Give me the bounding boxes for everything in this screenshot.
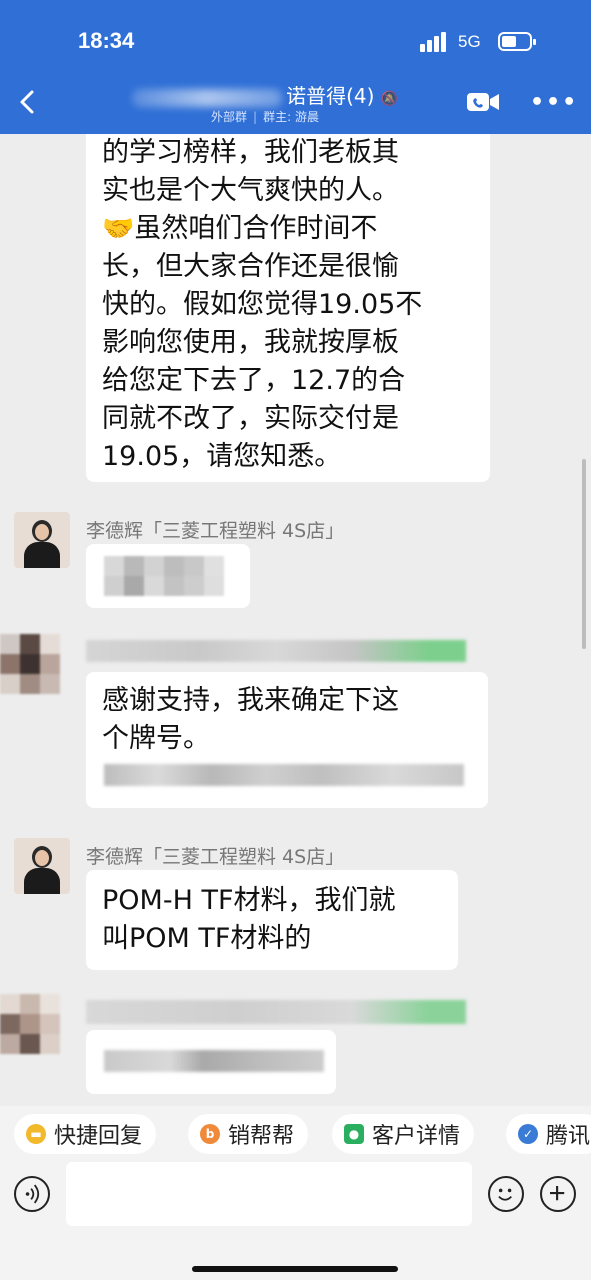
network-type: 5G: [458, 32, 481, 51]
quick-action-bar: ▬ 快捷回复 b 销帮帮 ● 客户详情 ✓ 腾讯: [0, 1106, 591, 1162]
blurred-line: [104, 1050, 324, 1072]
emoji-icon[interactable]: [488, 1176, 524, 1212]
message-line: 长，但大家合作还是很愉: [102, 251, 399, 282]
message-line: 叫POM TF材料的: [102, 923, 312, 954]
chat-bubble-icon: ▬: [26, 1124, 46, 1144]
video-call-icon[interactable]: [466, 90, 500, 114]
message-line: 给您定下去了，12.7的合: [102, 365, 406, 396]
message-bubble[interactable]: POM-H TF材料，我们就 叫POM TF材料的: [86, 870, 458, 970]
tencent-icon: ✓: [518, 1124, 538, 1144]
chat-header: 18:34 5G 诺普得(4) 🔕 外部群 | 群主: 游晨 •••: [0, 0, 591, 134]
mosaic-redaction: [104, 556, 224, 596]
redacted-title-blur: [132, 88, 283, 107]
sender-name: 李德辉「三菱工程塑料 4S店」: [86, 846, 345, 868]
voice-input-icon[interactable]: [14, 1176, 50, 1212]
status-time: 18:34: [78, 28, 135, 53]
blurred-avatar: [0, 634, 60, 694]
message-line: 快的。假如您觉得19.05不: [102, 289, 423, 320]
handshake-icon: 🤝: [102, 214, 135, 244]
b-logo-icon: b: [200, 1124, 220, 1144]
chat-subtitle: 外部群 | 群主: 游晨: [211, 110, 319, 124]
plus-icon[interactable]: [540, 1176, 576, 1212]
message-input[interactable]: [66, 1162, 472, 1226]
blurred-sender-name: [86, 640, 466, 662]
chat-title[interactable]: 诺普得(4) 🔕: [105, 80, 425, 109]
group-owner: 群主: 游晨: [263, 110, 319, 124]
group-tag: 外部群: [211, 110, 248, 124]
mute-icon: 🔕: [380, 91, 398, 107]
message-bubble[interactable]: 的学习榜样，我们老板其 实也是个大气爽快的人。 🤝虽然咱们合作时间不 长，但大家…: [86, 134, 490, 482]
xiaobangbang-chip[interactable]: b 销帮帮: [188, 1114, 309, 1154]
blurred-avatar: [0, 994, 60, 1054]
signal-icon: [420, 32, 450, 52]
home-indicator: [192, 1266, 398, 1272]
message-line: 同就不改了，实际交付是: [102, 403, 399, 434]
message-line: 感谢支持，我来确定下这: [102, 685, 399, 716]
input-bar: [0, 1162, 591, 1280]
status-bar: 18:34 5G: [0, 22, 591, 62]
blurred-sender-name: [86, 1000, 466, 1024]
avatar[interactable]: [14, 512, 70, 568]
customer-details-chip[interactable]: ● 客户详情: [332, 1114, 475, 1154]
blurred-line: [104, 764, 464, 786]
message-line: 实也是个大气爽快的人。: [102, 175, 399, 206]
quick-reply-chip[interactable]: ▬ 快捷回复: [14, 1114, 157, 1154]
battery-icon: [498, 32, 536, 51]
nav-bar: 诺普得(4) 🔕 外部群 | 群主: 游晨 •••: [0, 76, 591, 132]
message-line: 影响您使用，我就按厚板: [102, 327, 399, 358]
message-bubble[interactable]: 感谢支持，我来确定下这 个牌号。: [86, 672, 488, 808]
chat-area: 的学习榜样，我们老板其 实也是个大气爽快的人。 🤝虽然咱们合作时间不 长，但大家…: [0, 134, 591, 1100]
tencent-chip[interactable]: ✓ 腾讯: [506, 1114, 591, 1154]
message-line: 19.05，请您知悉。: [102, 441, 342, 472]
message-line: 🤝虽然咱们合作时间不: [102, 210, 474, 248]
sender-name: 李德辉「三菱工程塑料 4S店」: [86, 520, 345, 542]
redacted-message-bubble[interactable]: [86, 544, 250, 608]
message-line: 个牌号。: [102, 723, 210, 754]
redacted-message-bubble[interactable]: [86, 1030, 336, 1094]
scrollbar[interactable]: [582, 459, 586, 649]
person-icon: ●: [344, 1124, 364, 1144]
message-line: POM-H TF材料，我们就: [102, 885, 396, 916]
more-icon[interactable]: •••: [530, 90, 578, 115]
avatar[interactable]: [14, 838, 70, 894]
message-line: 的学习榜样，我们老板其: [102, 137, 399, 168]
back-arrow-icon[interactable]: [14, 88, 42, 116]
